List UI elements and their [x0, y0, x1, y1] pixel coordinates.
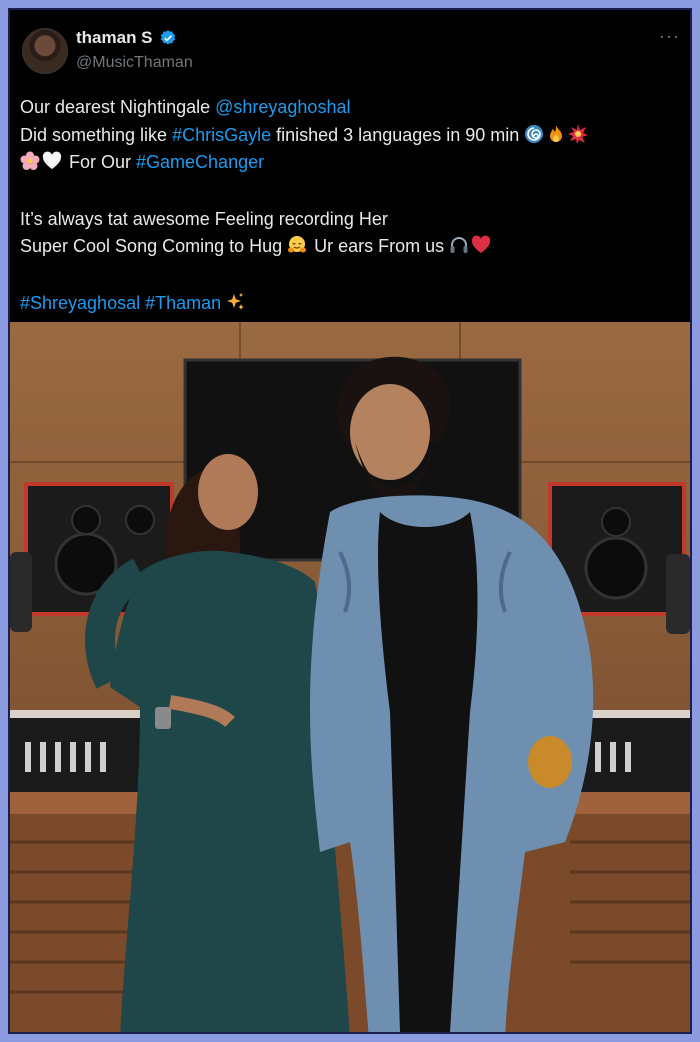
author-name-row: thaman S — [76, 28, 177, 48]
text-segment: finished 3 languages in 90 min — [271, 124, 525, 145]
fire-icon — [550, 124, 563, 142]
hashtag-link[interactable]: #ChrisGayle — [172, 125, 271, 145]
text-segment: Ur ears From us — [309, 236, 450, 256]
text-line: #Shreyaghosal #Thaman — [20, 290, 684, 318]
text-line: It’s always tat awesome Feeling recordin… — [20, 206, 684, 234]
text-segment: Did something like — [20, 124, 173, 145]
mention-link[interactable]: @shreyaghoshal — [215, 97, 350, 117]
text-segment: For Our — [64, 152, 137, 172]
post-photo[interactable] — [10, 322, 690, 1032]
more-options-button[interactable]: ··· — [659, 26, 680, 47]
text-line: Our dearest Nightingale @shreyaghoshal — [20, 94, 684, 122]
text-segment: It’s always tat awesome Feeling recordin… — [20, 208, 388, 229]
verified-badge-icon — [160, 30, 175, 45]
cyclone-icon — [525, 124, 544, 143]
text-line: For Our #GameChanger — [20, 149, 684, 177]
text-segment: Our dearest Nightingale — [20, 97, 216, 117]
hashtag-link[interactable]: #GameChanger — [136, 152, 264, 172]
headphone-icon — [450, 237, 468, 253]
display-name[interactable]: thaman S — [76, 28, 153, 48]
collision-icon — [568, 123, 589, 144]
text-line: Super Cool Song Coming to Hug Ur ears Fr… — [20, 233, 684, 261]
post-card: thaman S @MusicThaman ··· Our dearest Ni… — [8, 8, 692, 1034]
hugging-face-icon — [288, 236, 307, 253]
post-header: thaman S @MusicThaman ··· — [10, 10, 690, 90]
avatar[interactable] — [22, 28, 68, 74]
post-text: Our dearest Nightingale @shreyaghoshal D… — [20, 94, 684, 317]
hashtag-link[interactable]: #Thaman — [145, 293, 221, 313]
sparkles-icon — [227, 292, 245, 310]
red-heart-icon — [472, 235, 491, 253]
text-line: Did something like #ChrisGayle finished … — [20, 122, 684, 150]
text-segment: Super Cool Song Coming to Hug — [20, 236, 288, 256]
cherry-blossom-icon — [20, 151, 40, 170]
white-heart-icon — [42, 151, 62, 169]
hashtag-link[interactable]: #Shreyaghosal — [20, 293, 140, 313]
handle[interactable]: @MusicThaman — [76, 54, 193, 72]
studio-photo-illustration — [10, 322, 690, 1032]
